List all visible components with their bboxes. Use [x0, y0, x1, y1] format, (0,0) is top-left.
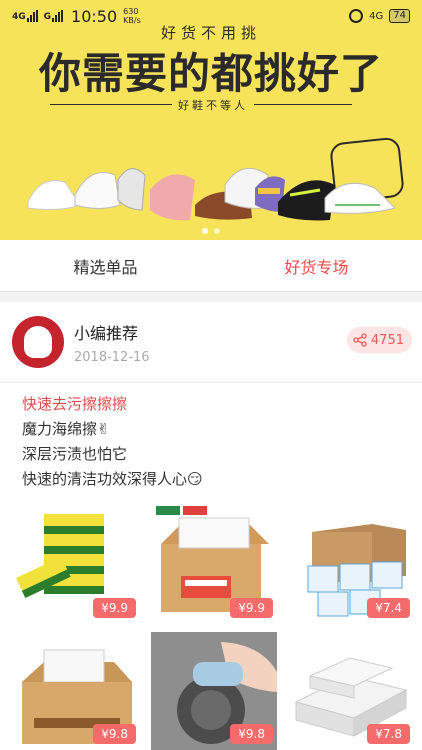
price-tag: ¥7.4 — [367, 598, 410, 618]
avatar[interactable] — [12, 316, 64, 368]
signal-icon: G — [44, 10, 64, 22]
post-line: 快速的清洁功效深得人心😏 — [22, 470, 203, 488]
clock: 10:50 — [71, 6, 118, 26]
status-bar: 4G G 10:50 630 KB/s 4G 74 — [0, 0, 422, 32]
product-card[interactable]: ¥9.9 — [151, 506, 277, 624]
share-icon — [353, 333, 367, 347]
divider — [0, 382, 422, 383]
product-card[interactable]: ¥9.8 — [151, 632, 277, 750]
carousel-indicator — [0, 228, 422, 234]
price-tag: ¥7.8 — [367, 724, 410, 744]
author-info[interactable]: 小编推荐 2018-12-16 — [12, 316, 150, 368]
tab-bar: 精选单品 好货专场 — [0, 240, 422, 292]
post-line: 魔力海绵擦✌ — [22, 420, 110, 438]
alarm-icon — [349, 9, 364, 23]
shoe-pink — [150, 174, 195, 221]
post-headline: 快速去污擦擦擦 — [22, 395, 128, 413]
post-date: 2018-12-16 — [74, 349, 150, 365]
shoe-grey — [117, 168, 146, 211]
author-name: 小编推荐 — [74, 323, 139, 343]
network-speed: 630 KB/s — [123, 7, 141, 25]
tab-special-deals[interactable]: 好货专场 — [211, 254, 422, 278]
price-tag: ¥9.9 — [230, 598, 273, 618]
shoe-white-2 — [74, 172, 121, 209]
shoe-white-1 — [27, 180, 81, 210]
share-button[interactable]: 4751 — [346, 327, 412, 353]
battery-icon: 74 — [389, 9, 410, 23]
shoes-illustration — [27, 167, 396, 221]
promo-banner[interactable]: 好货不用挑 你需要的都挑好了 好鞋不等人 — [0, 0, 422, 240]
network-type: 4G — [369, 10, 384, 22]
signal-icon: 4G — [12, 10, 38, 22]
carousel-dot[interactable] — [214, 228, 220, 234]
tab-featured-items[interactable]: 精选单品 — [0, 254, 211, 278]
carousel-dot[interactable] — [202, 228, 208, 234]
post-card: 小编推荐 2018-12-16 4751 快速去污擦擦擦 魔力海绵擦✌ 深层污渍… — [0, 302, 422, 750]
banner-tagline: 好鞋不等人 — [172, 97, 254, 113]
price-tag: ¥9.8 — [230, 724, 273, 744]
price-tag: ¥9.8 — [93, 724, 136, 744]
share-count: 4751 — [370, 332, 404, 348]
banner-title: 你需要的都挑好了 — [38, 49, 383, 98]
post-description: 快速去污擦擦擦 魔力海绵擦✌ 深层污渍也怕它 快速的清洁功效深得人心😏 — [22, 392, 203, 492]
product-card[interactable]: ¥9.9 — [14, 506, 140, 624]
product-card[interactable]: ¥9.8 — [14, 632, 140, 750]
product-card[interactable]: ¥7.8 — [288, 632, 414, 750]
shoe-white-4 — [324, 182, 396, 214]
product-card[interactable]: ¥7.4 — [288, 506, 414, 624]
price-tag: ¥9.9 — [93, 598, 136, 618]
product-grid: ¥9.9 ¥9.9 ¥7.4 ¥9.8 ¥9.8 ¥7.8 — [14, 506, 414, 750]
post-line: 深层污渍也怕它 — [22, 445, 128, 463]
